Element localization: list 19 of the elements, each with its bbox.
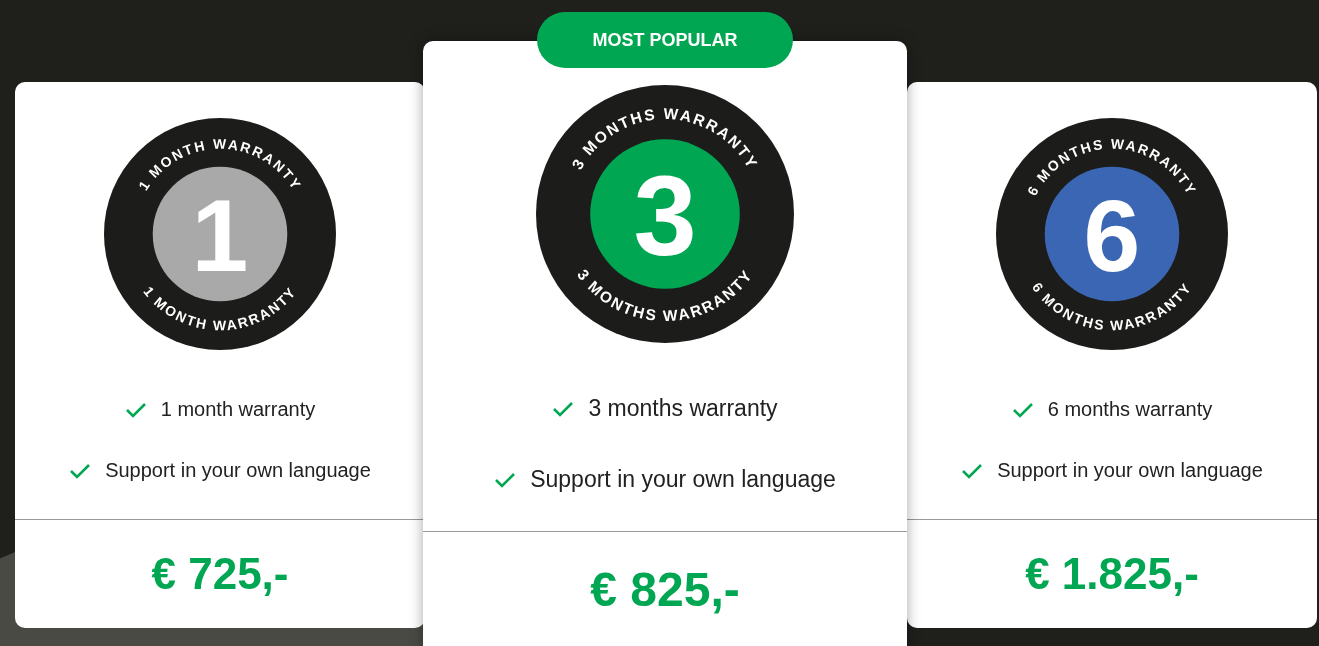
check-icon [552,400,575,417]
check-icon [1011,401,1034,418]
badge-number: 3 [633,152,697,280]
popular-badge: MOST POPULAR [537,12,793,68]
check-icon [124,401,147,418]
price: € 825,- [590,561,740,618]
feature-text: 6 months warranty [1047,398,1213,421]
feature-text: Support in your own language [530,466,836,493]
feature-text: 1 month warranty [160,398,316,421]
check-icon [961,462,984,479]
feature-text: Support in your own language [997,459,1263,482]
check-icon [494,471,517,488]
price: € 725,- [151,548,289,600]
feature-text: 3 months warranty [588,395,778,422]
check-icon [69,462,92,479]
price: € 1.825,- [1025,548,1199,600]
badge-number: 6 [1083,179,1141,294]
feature-text: Support in your own language [105,459,371,482]
badge-number: 1 [191,179,249,294]
